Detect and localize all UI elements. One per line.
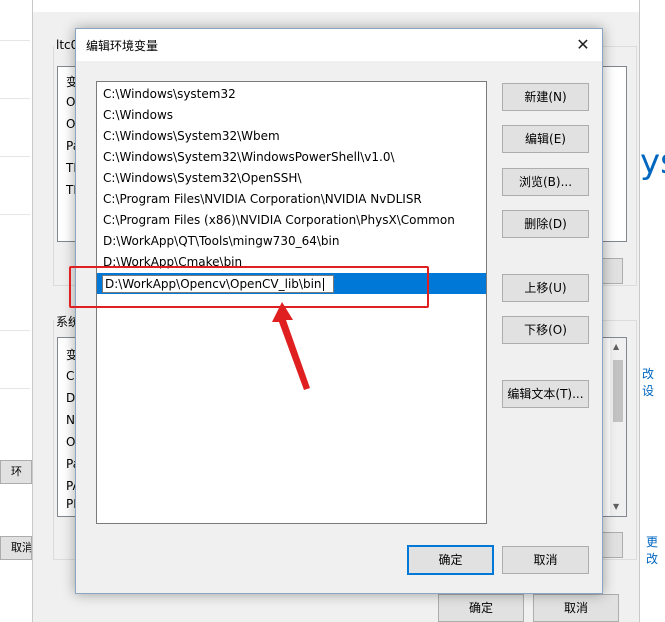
dialog-title: 编辑环境变量 [86, 39, 159, 53]
scrollbar[interactable]: ▲ ▼ [610, 338, 626, 516]
edit-text-button[interactable]: 编辑文本(T)... [502, 380, 589, 408]
scroll-up-icon[interactable]: ▲ [613, 342, 619, 351]
edit-button[interactable]: 编辑(E) [502, 125, 589, 153]
move-down-button[interactable]: 下移(O) [502, 316, 589, 344]
env-ok-button[interactable]: 确定 [438, 594, 524, 622]
background-link-fragment[interactable]: 更改 [646, 533, 665, 567]
dialog-titlebar: 编辑环境变量 ✕ [76, 29, 602, 61]
move-up-button[interactable]: 上移(U) [502, 274, 589, 302]
cancel-button[interactable]: 取消 [502, 546, 589, 574]
edit-environment-variable-dialog: 编辑环境变量 ✕ C:\Windows\system32 C:\Windows … [75, 28, 603, 594]
ok-button[interactable]: 确定 [407, 545, 494, 575]
list-item[interactable]: C:\Program Files (x86)\NVIDIA Corporatio… [103, 210, 455, 231]
list-item[interactable]: C:\Windows\system32 [103, 84, 236, 105]
background-divider [0, 330, 30, 331]
background-button[interactable]: 环 [0, 460, 32, 484]
scroll-down-icon[interactable]: ▼ [613, 502, 619, 511]
background-divider [0, 40, 30, 41]
env-cancel-button[interactable]: 取消 [533, 594, 619, 622]
delete-button[interactable]: 删除(D) [502, 210, 589, 238]
list-item[interactable]: C:\Windows\System32\Wbem [103, 126, 280, 147]
list-item[interactable]: C:\Windows\System32\WindowsPowerShell\v1… [103, 147, 395, 168]
annotation-highlight-box [69, 266, 429, 308]
browse-button[interactable]: 浏览(B)... [502, 168, 589, 196]
background-divider [0, 214, 30, 215]
new-button[interactable]: 新建(N) [502, 83, 589, 111]
list-item[interactable]: N [66, 413, 75, 427]
window-titlebar [33, 0, 639, 12]
list-item[interactable]: C:\Program Files\NVIDIA Corporation\NVID… [103, 189, 422, 210]
close-icon[interactable]: ✕ [571, 33, 595, 57]
background-divider [0, 388, 30, 389]
list-item[interactable]: C:\Windows [103, 105, 173, 126]
background-cancel-button[interactable]: 取消 [0, 536, 32, 560]
list-item[interactable]: C:\Windows\System32\OpenSSH\ [103, 168, 302, 189]
background-link-fragment[interactable]: 改设 [642, 365, 665, 399]
background-divider [0, 98, 30, 99]
background-text-fragment: ys [640, 142, 665, 182]
list-item[interactable]: D:\WorkApp\QT\Tools\mingw730_64\bin [103, 231, 339, 252]
background-divider [0, 156, 30, 157]
annotation-arrow-icon [272, 302, 310, 390]
scrollbar-thumb[interactable] [613, 360, 623, 422]
